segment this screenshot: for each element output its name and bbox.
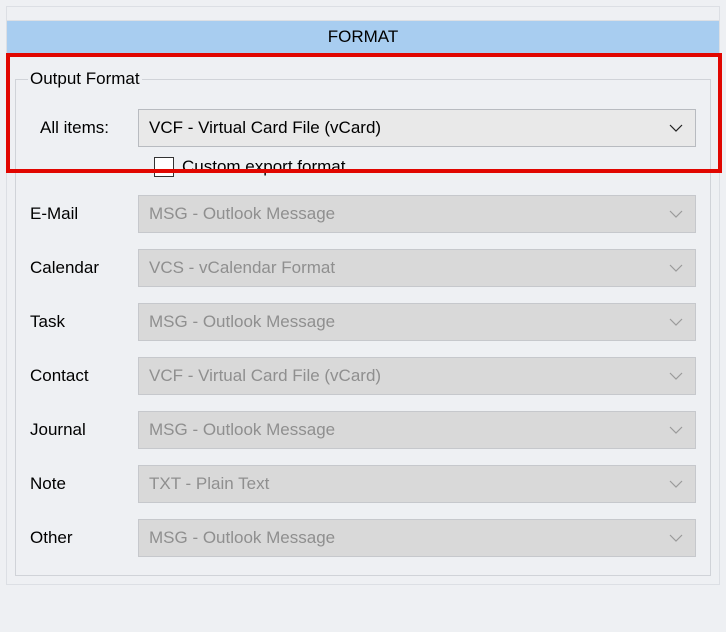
top-bar [6,6,720,20]
all-items-dropdown[interactable]: VCF - Virtual Card File (vCard) [138,109,696,147]
all-items-label: All items: [30,118,138,138]
task-dropdown: MSG - Outlook Message [138,303,696,341]
note-label: Note [30,474,138,494]
other-label: Other [30,528,138,548]
all-items-dropdown-value: VCF - Virtual Card File (vCard) [149,118,381,138]
contact-dropdown: VCF - Virtual Card File (vCard) [138,357,696,395]
output-format-groupbox: Output Format All items: VCF - Virtual C… [15,69,711,576]
task-row: Task MSG - Outlook Message [30,303,696,341]
journal-label: Journal [30,420,138,440]
other-dropdown: MSG - Outlook Message [138,519,696,557]
note-row: Note TXT - Plain Text [30,465,696,503]
calendar-row: Calendar VCS - vCalendar Format [30,249,696,287]
format-header: FORMAT [6,20,720,54]
other-dropdown-value: MSG - Outlook Message [149,528,335,548]
custom-export-row: Custom export format [154,157,696,177]
journal-dropdown: MSG - Outlook Message [138,411,696,449]
chevron-down-icon [669,426,683,434]
calendar-dropdown: VCS - vCalendar Format [138,249,696,287]
chevron-down-icon [669,534,683,542]
chevron-down-icon [669,210,683,218]
journal-dropdown-value: MSG - Outlook Message [149,420,335,440]
journal-row: Journal MSG - Outlook Message [30,411,696,449]
note-dropdown: TXT - Plain Text [138,465,696,503]
custom-export-label: Custom export format [182,157,345,177]
email-dropdown-value: MSG - Outlook Message [149,204,335,224]
note-dropdown-value: TXT - Plain Text [149,474,269,494]
email-label: E-Mail [30,204,138,224]
contact-dropdown-value: VCF - Virtual Card File (vCard) [149,366,381,386]
chevron-down-icon [669,372,683,380]
contact-row: Contact VCF - Virtual Card File (vCard) [30,357,696,395]
output-format-legend: Output Format [28,69,142,89]
email-row: E-Mail MSG - Outlook Message [30,195,696,233]
calendar-label: Calendar [30,258,138,278]
chevron-down-icon [669,318,683,326]
other-row: Other MSG - Outlook Message [30,519,696,557]
email-dropdown: MSG - Outlook Message [138,195,696,233]
calendar-dropdown-value: VCS - vCalendar Format [149,258,335,278]
format-panel: Output Format All items: VCF - Virtual C… [6,54,720,585]
chevron-down-icon [669,264,683,272]
all-items-row: All items: VCF - Virtual Card File (vCar… [30,109,696,147]
chevron-down-icon [669,124,683,132]
contact-label: Contact [30,366,138,386]
task-label: Task [30,312,138,332]
task-dropdown-value: MSG - Outlook Message [149,312,335,332]
format-header-title: FORMAT [328,27,399,46]
chevron-down-icon [669,480,683,488]
custom-export-checkbox[interactable] [154,157,174,177]
